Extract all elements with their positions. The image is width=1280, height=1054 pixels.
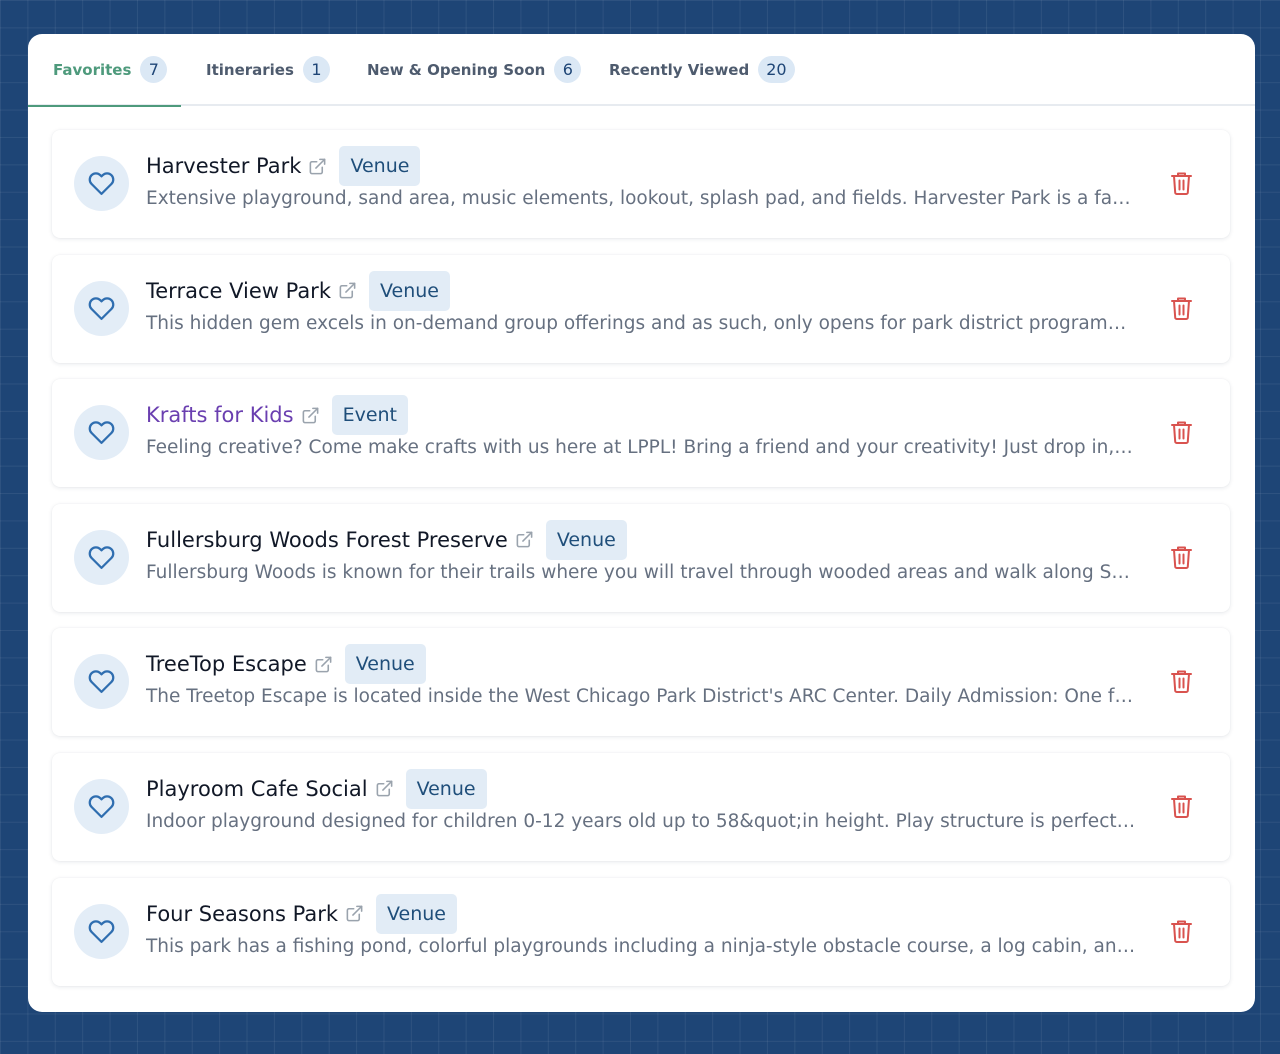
external-link-icon[interactable] [515, 530, 534, 549]
trash-icon [1170, 920, 1192, 943]
tab-recently-viewed[interactable]: Recently Viewed 20 [609, 56, 795, 83]
favorite-toggle-button[interactable] [74, 405, 129, 461]
item-type-badge: Venue [339, 146, 421, 186]
favorite-toggle-button[interactable] [74, 280, 129, 336]
remove-favorite-button[interactable] [1170, 793, 1192, 819]
item-title-row: Terrace View Park Venue [146, 270, 450, 311]
tab-count-badge: 20 [758, 56, 795, 83]
item-title-link[interactable]: Four Seasons Park [146, 902, 338, 926]
favorite-toggle-button[interactable] [74, 529, 129, 585]
remove-favorite-button[interactable] [1170, 668, 1192, 694]
trash-icon [1170, 546, 1192, 569]
item-title-link[interactable]: TreeTop Escape [146, 652, 307, 676]
remove-favorite-button[interactable] [1170, 295, 1192, 321]
favorites-list: Harvester Park Venue Extensive playgroun… [52, 130, 1230, 1002]
favorite-item: Krafts for Kids Event Feeling creative? … [52, 379, 1230, 488]
item-title-link[interactable]: Terrace View Park [146, 279, 331, 303]
tab-itineraries[interactable]: Itineraries 1 [206, 56, 330, 83]
favorite-toggle-button[interactable] [74, 903, 129, 959]
tab-label: Itineraries [206, 60, 294, 79]
favorite-item: Terrace View Park Venue This hidden gem … [52, 254, 1230, 363]
trash-icon [1170, 670, 1192, 694]
item-description: This hidden gem excels in on-demand grou… [146, 312, 1138, 334]
item-type-badge: Venue [405, 768, 487, 809]
favorite-toggle-button[interactable] [74, 778, 129, 834]
external-link-icon[interactable] [345, 904, 364, 923]
item-title-link[interactable]: Krafts for Kids [146, 403, 294, 427]
item-title-link[interactable]: Fullersburg Woods Forest Preserve [146, 528, 508, 552]
item-type-badge: Venue [545, 519, 627, 560]
item-title-row: Four Seasons Park Venue [146, 893, 458, 934]
active-tab-indicator [28, 105, 181, 107]
trash-icon [1170, 172, 1192, 195]
item-title-row: TreeTop Escape Venue [146, 644, 426, 685]
favorite-item: Playroom Cafe Social Venue Indoor playgr… [52, 752, 1230, 861]
tab-new-opening-soon[interactable]: New & Opening Soon 6 [367, 56, 582, 83]
tab-favorites[interactable]: Favorites 7 [28, 56, 181, 107]
external-link-icon[interactable] [301, 406, 320, 425]
heart-icon [88, 919, 115, 943]
favorite-item: Harvester Park Venue Extensive playgroun… [52, 130, 1230, 238]
trash-icon [1170, 297, 1192, 320]
remove-favorite-button[interactable] [1170, 544, 1192, 570]
item-title-row: Fullersburg Woods Forest Preserve Venue [146, 519, 627, 560]
favorite-toggle-button[interactable] [74, 156, 129, 211]
item-description: Extensive playground, sand area, music e… [146, 188, 1138, 209]
external-link-icon[interactable] [308, 157, 327, 176]
external-link-icon[interactable] [314, 655, 333, 674]
item-description: Feeling creative? Come make crafts with … [146, 437, 1138, 459]
item-type-badge: Event [331, 395, 409, 436]
trash-icon [1170, 421, 1192, 445]
item-title-row: Playroom Cafe Social Venue [146, 768, 487, 809]
trash-icon [1170, 795, 1192, 818]
item-type-badge: Venue [376, 893, 458, 934]
tab-count-badge: 1 [302, 56, 330, 83]
heart-icon [88, 172, 115, 196]
item-type-badge: Venue [344, 644, 426, 685]
item-title-link[interactable]: Harvester Park [146, 154, 301, 178]
remove-favorite-button[interactable] [1170, 419, 1192, 445]
item-description: The Treetop Escape is located inside the… [146, 686, 1138, 708]
tab-label: New & Opening Soon [367, 60, 546, 79]
tab-label: Favorites [53, 60, 132, 79]
tab-count-badge: 6 [554, 56, 582, 83]
item-description: Fullersburg Woods is known for their tra… [146, 561, 1138, 583]
tab-bar: Favorites 7 Itineraries 1 New & Opening … [28, 34, 1255, 107]
favorites-panel: Favorites 7 Itineraries 1 New & Opening … [28, 34, 1255, 1012]
item-title-row: Harvester Park Venue [146, 146, 421, 186]
favorite-item: Four Seasons Park Venue This park has a … [52, 877, 1230, 986]
remove-favorite-button[interactable] [1170, 170, 1192, 196]
favorite-toggle-button[interactable] [74, 654, 129, 710]
heart-icon [88, 296, 115, 320]
heart-icon [88, 670, 115, 694]
external-link-icon[interactable] [375, 779, 394, 798]
remove-favorite-button[interactable] [1170, 918, 1192, 944]
tab-label: Recently Viewed [609, 60, 750, 79]
heart-icon [88, 546, 115, 569]
item-description: Indoor playground designed for children … [146, 810, 1138, 832]
item-type-badge: Venue [368, 270, 450, 311]
item-title-link[interactable]: Playroom Cafe Social [146, 777, 368, 801]
external-link-icon[interactable] [338, 281, 357, 300]
item-title-row: Krafts for Kids Event [146, 395, 409, 436]
heart-icon [88, 795, 115, 818]
heart-icon [88, 421, 115, 445]
favorite-item: TreeTop Escape Venue The Treetop Escape … [52, 628, 1230, 737]
favorite-item: Fullersburg Woods Forest Preserve Venue … [52, 503, 1230, 612]
tab-count-badge: 7 [140, 56, 168, 83]
item-description: This park has a fishing pond, colorful p… [146, 935, 1138, 957]
